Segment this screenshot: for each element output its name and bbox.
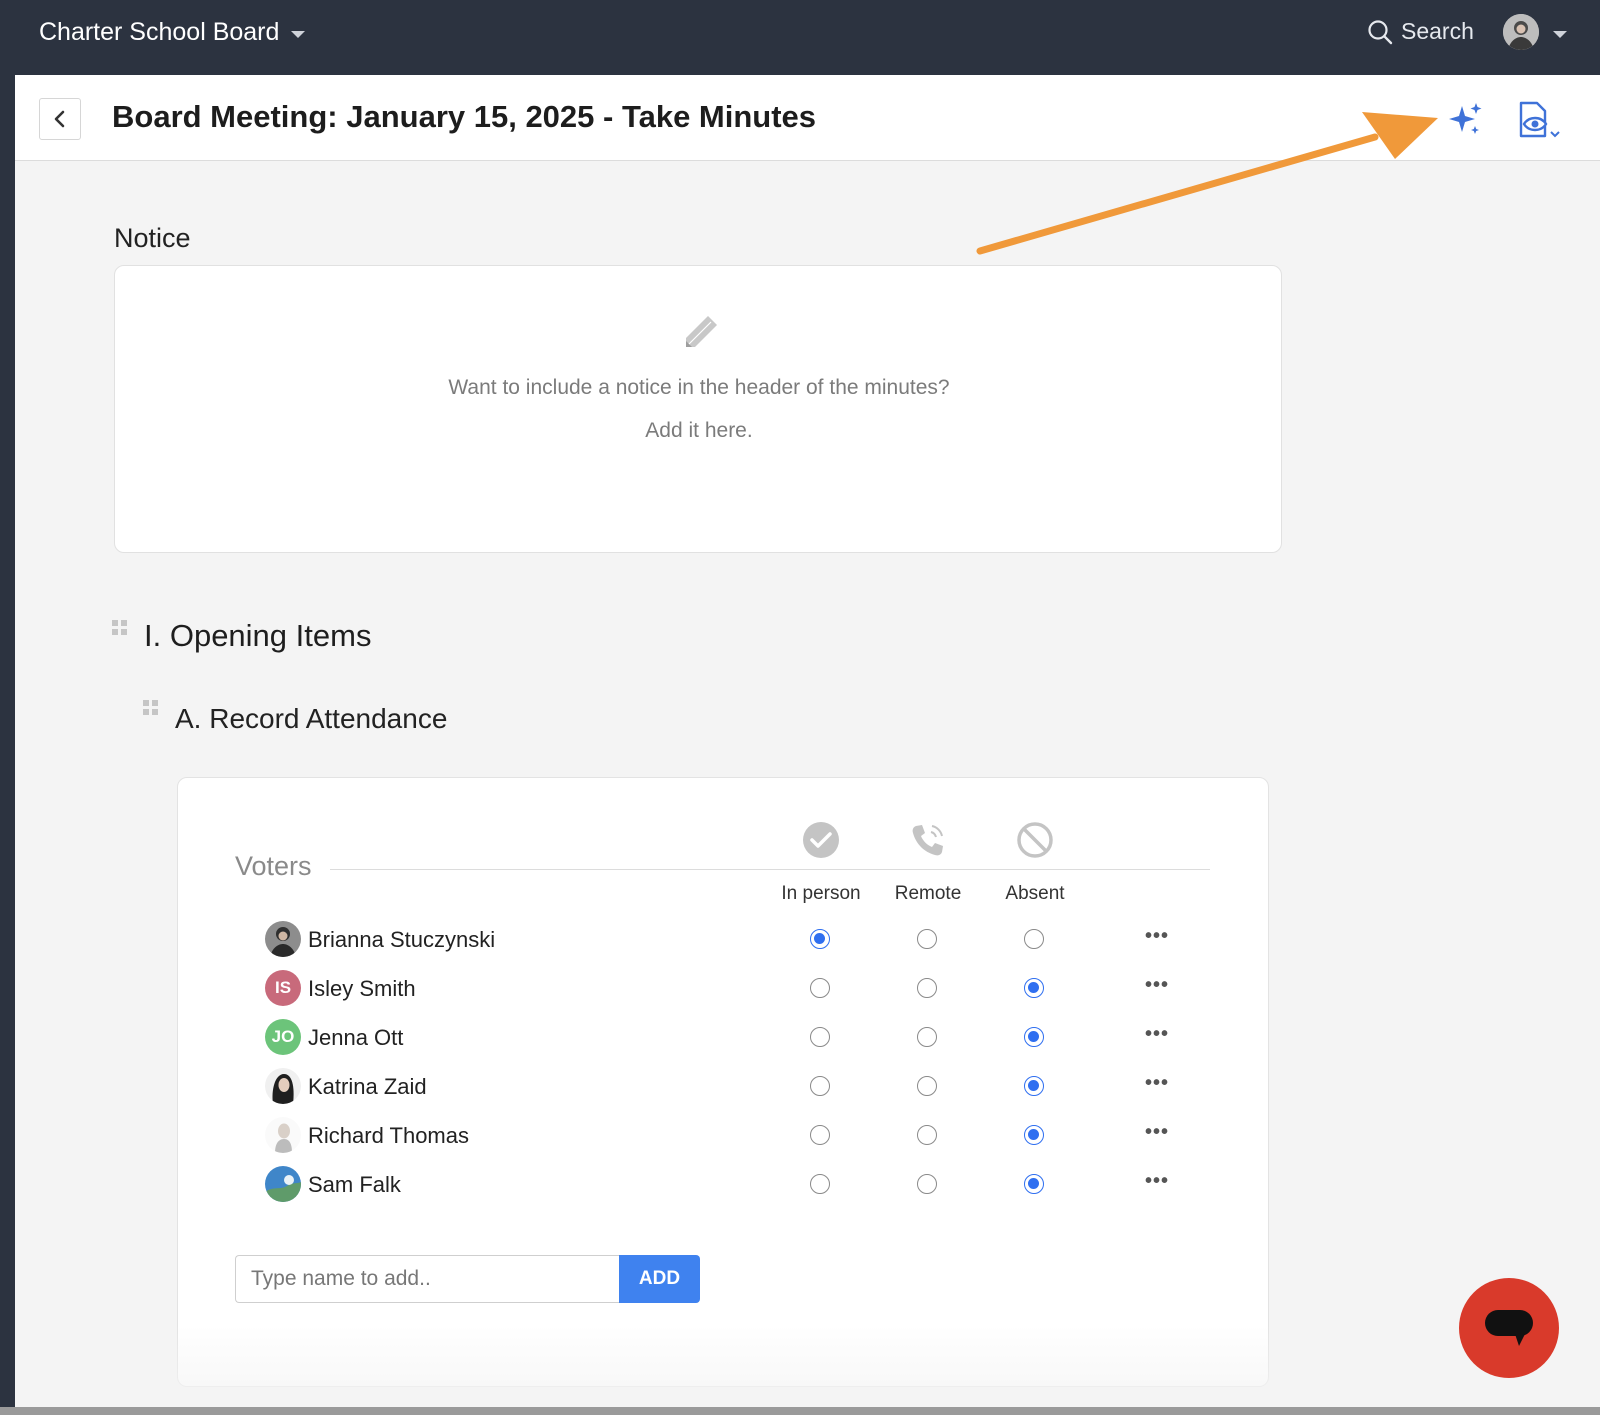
avatar bbox=[265, 1166, 301, 1202]
radio-in-person[interactable] bbox=[810, 1076, 830, 1096]
add-voter-button[interactable]: ADD bbox=[619, 1255, 700, 1303]
voter-name: Jenna Ott bbox=[308, 1025, 404, 1050]
drag-handle-icon[interactable] bbox=[112, 620, 127, 635]
voter-name: Katrina Zaid bbox=[308, 1074, 427, 1099]
radio-in-person[interactable] bbox=[810, 978, 830, 998]
avatar: IS bbox=[265, 970, 301, 1006]
chat-launcher-button[interactable] bbox=[1459, 1278, 1559, 1378]
attendance-row: Brianna Stuczynski ••• bbox=[265, 917, 1195, 961]
voter-name: Isley Smith bbox=[308, 976, 416, 1001]
column-header-absent: Absent bbox=[1005, 883, 1065, 904]
radio-remote[interactable] bbox=[917, 1076, 937, 1096]
ban-icon bbox=[1017, 822, 1053, 858]
search-icon bbox=[1368, 19, 1393, 44]
top-navigation-bar: Charter School Board Search bbox=[0, 0, 1600, 75]
column-header-in-person: In person bbox=[781, 883, 861, 904]
attendance-row: Richard Thomas ••• bbox=[265, 1113, 1195, 1157]
attendance-row: JO Jenna Ott ••• bbox=[265, 1015, 1195, 1059]
attendance-row: IS Isley Smith ••• bbox=[265, 966, 1195, 1010]
radio-remote[interactable] bbox=[917, 1027, 937, 1047]
subsection-title: A. Record Attendance bbox=[175, 703, 448, 734]
radio-in-person[interactable] bbox=[810, 929, 830, 949]
chevron-left-icon bbox=[54, 110, 65, 128]
user-menu[interactable] bbox=[1503, 14, 1567, 50]
chevron-down-icon bbox=[291, 31, 306, 38]
phone-icon bbox=[912, 825, 943, 856]
attendance-card: Voters In person Remote Absent Brianna S… bbox=[177, 777, 1269, 1387]
radio-absent[interactable] bbox=[1024, 1027, 1044, 1047]
more-options-button[interactable]: ••• bbox=[1145, 1023, 1169, 1046]
radio-remote[interactable] bbox=[917, 929, 937, 949]
radio-remote[interactable] bbox=[917, 1125, 937, 1145]
radio-absent[interactable] bbox=[1024, 929, 1044, 949]
organization-name: Charter School Board bbox=[39, 18, 280, 46]
voter-name: Richard Thomas bbox=[308, 1123, 469, 1148]
notice-editor[interactable]: Want to include a notice in the header o… bbox=[114, 265, 1282, 553]
radio-absent[interactable] bbox=[1024, 1125, 1044, 1145]
radio-absent[interactable] bbox=[1024, 978, 1044, 998]
more-options-button[interactable]: ••• bbox=[1145, 925, 1169, 948]
attendance-row: Katrina Zaid ••• bbox=[265, 1064, 1195, 1108]
voter-name: Sam Falk bbox=[308, 1172, 401, 1197]
divider bbox=[330, 869, 1210, 870]
more-options-button[interactable]: ••• bbox=[1145, 1072, 1169, 1095]
pencil-icon bbox=[686, 316, 717, 347]
user-avatar bbox=[1503, 14, 1539, 50]
search-label: Search bbox=[1401, 18, 1474, 44]
check-circle-icon bbox=[803, 822, 839, 858]
voters-label: Voters bbox=[235, 851, 312, 881]
organization-switcher[interactable]: Charter School Board bbox=[39, 18, 306, 47]
radio-in-person[interactable] bbox=[810, 1174, 830, 1194]
radio-remote[interactable] bbox=[917, 978, 937, 998]
more-options-button[interactable]: ••• bbox=[1145, 1170, 1169, 1193]
radio-in-person[interactable] bbox=[810, 1125, 830, 1145]
page-title: Board Meeting: January 15, 2025 - Take M… bbox=[112, 99, 817, 134]
attendance-row: Sam Falk ••• bbox=[265, 1162, 1195, 1206]
notice-prompt: Want to include a notice in the header o… bbox=[448, 376, 950, 399]
drag-handle-icon[interactable] bbox=[143, 700, 158, 715]
document-eye-icon[interactable] bbox=[1515, 100, 1563, 142]
notice-add-link[interactable]: Add it here. bbox=[115, 419, 1283, 443]
more-options-button[interactable]: ••• bbox=[1145, 1121, 1169, 1144]
section-title: I. Opening Items bbox=[144, 618, 372, 653]
chat-bubble-icon bbox=[1485, 1310, 1533, 1346]
chevron-down-icon bbox=[1553, 30, 1567, 38]
voter-name: Brianna Stuczynski bbox=[308, 927, 496, 952]
search-button[interactable]: Search bbox=[1367, 18, 1474, 45]
avatar bbox=[265, 1117, 301, 1153]
notice-label: Notice bbox=[114, 223, 191, 253]
radio-in-person[interactable] bbox=[810, 1027, 830, 1047]
minutes-editor: Board Meeting: January 15, 2025 - Take M… bbox=[15, 75, 1600, 1407]
avatar bbox=[265, 1068, 301, 1104]
header-actions bbox=[1445, 100, 1563, 142]
radio-absent[interactable] bbox=[1024, 1174, 1044, 1194]
radio-remote[interactable] bbox=[917, 1174, 937, 1194]
avatar bbox=[265, 921, 301, 957]
sparkles-icon[interactable] bbox=[1445, 100, 1485, 140]
more-options-button[interactable]: ••• bbox=[1145, 974, 1169, 997]
radio-absent[interactable] bbox=[1024, 1076, 1044, 1096]
back-button[interactable] bbox=[39, 98, 81, 140]
add-voter-input[interactable] bbox=[235, 1255, 619, 1303]
column-header-remote: Remote bbox=[894, 883, 962, 904]
page-header: Board Meeting: January 15, 2025 - Take M… bbox=[15, 75, 1600, 161]
avatar: JO bbox=[265, 1019, 301, 1055]
window-bottom-edge bbox=[0, 1407, 1600, 1415]
